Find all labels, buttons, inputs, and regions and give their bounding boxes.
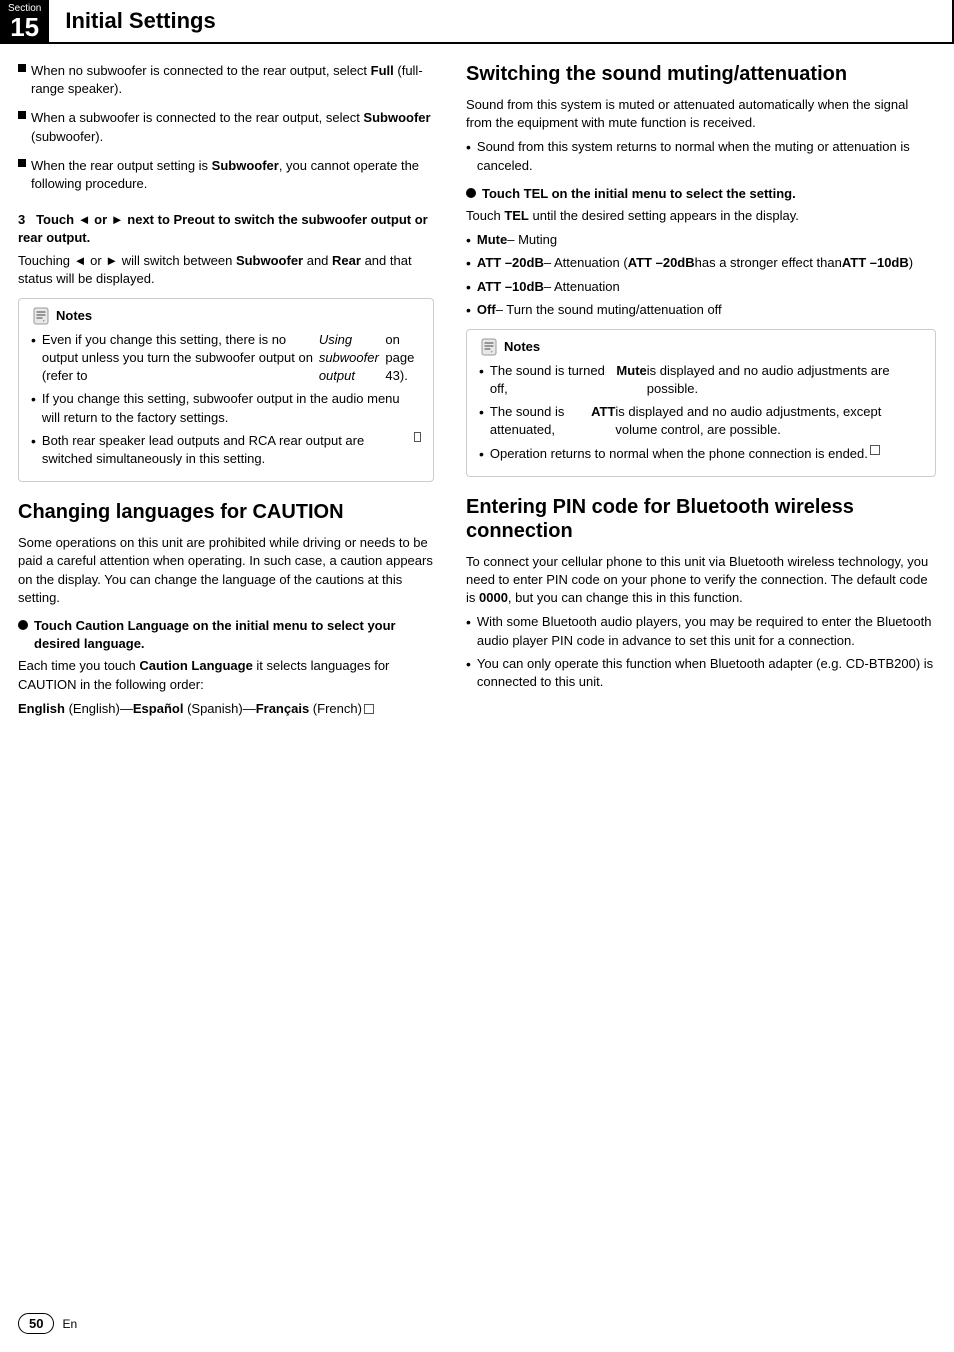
list-item: ATT –20dB – Attenuation (ATT –20dB has a…	[466, 254, 936, 272]
square-icon	[364, 704, 374, 714]
tel-options-list: Mute – Muting ATT –20dB – Attenuation (A…	[466, 231, 936, 319]
list-item: If you change this setting, subwoofer ou…	[31, 390, 421, 426]
notes-list: Even if you change this setting, there i…	[31, 331, 421, 468]
list-item: When a subwoofer is connected to the rea…	[18, 109, 434, 151]
list-item: Off – Turn the sound muting/attenuation …	[466, 301, 936, 319]
changing-lang-title: Changing languages for CAUTION	[18, 500, 434, 524]
touch-caution-body1: Each time you touch Caution Language it …	[18, 657, 434, 693]
touch-tel-heading-row: Touch TEL on the initial menu to select …	[466, 185, 936, 203]
list-item: Operation returns to normal when the pho…	[479, 445, 923, 463]
notes-icon	[479, 338, 499, 356]
notes-label: Notes	[504, 339, 540, 354]
left-column: When no subwoofer is connected to the re…	[18, 62, 458, 724]
notes-label: Notes	[56, 308, 92, 323]
touch-caution-heading: Touch Caution Language on the initial me…	[34, 617, 434, 653]
touch-caution-heading-row: Touch Caution Language on the initial me…	[18, 617, 434, 653]
circle-bullet-icon	[18, 620, 28, 630]
bullet-icon	[18, 64, 26, 72]
right-notes-box: Notes The sound is turned off, Mute is d…	[466, 329, 936, 477]
switching-notes-list: Sound from this system returns to normal…	[466, 138, 936, 174]
list-item: Mute – Muting	[466, 231, 936, 249]
bullet-icon	[18, 159, 26, 167]
page-title: Initial Settings	[65, 8, 215, 34]
touch-caution-body2: English (English)—Español (Spanish)—Fran…	[18, 700, 434, 718]
footer-language: En	[62, 1317, 77, 1331]
square-icon	[870, 445, 880, 455]
bullet-text: When the rear output setting is Subwoofe…	[31, 157, 434, 193]
right-column: Switching the sound muting/attenuation S…	[458, 62, 936, 724]
switching-title: Switching the sound muting/attenuation	[466, 62, 936, 86]
list-item: Sound from this system returns to normal…	[466, 138, 936, 174]
bluetooth-intro: To connect your cellular phone to this u…	[466, 553, 936, 608]
bluetooth-list: With some Bluetooth audio players, you m…	[466, 613, 936, 691]
page-header: Section 15 Initial Settings	[0, 0, 954, 44]
right-notes-list: The sound is turned off, Mute is display…	[479, 362, 923, 463]
list-item: When no subwoofer is connected to the re…	[18, 62, 434, 104]
touch-tel-body: Touch TEL until the desired setting appe…	[466, 207, 936, 225]
switching-intro: Sound from this system is muted or atten…	[466, 96, 936, 132]
notes-title-row: Notes	[31, 307, 421, 325]
list-item: The sound is attenuated, ATT is displaye…	[479, 403, 923, 439]
section-number: 15	[10, 14, 39, 40]
step3-heading: 3 Touch ◄ or ► next to Preout to switch …	[18, 211, 434, 247]
list-item: ATT –10dB – Attenuation	[466, 278, 936, 296]
list-item: When the rear output setting is Subwoofe…	[18, 157, 434, 199]
notes-icon	[31, 307, 51, 325]
list-item: You can only operate this function when …	[466, 655, 936, 691]
bluetooth-title: Entering PIN code for Bluetooth wireless…	[466, 495, 936, 543]
main-content: When no subwoofer is connected to the re…	[0, 62, 954, 724]
square-icon	[414, 432, 421, 442]
list-item: The sound is turned off, Mute is display…	[479, 362, 923, 398]
notes-box: Notes Even if you change this setting, t…	[18, 298, 434, 482]
list-item: Even if you change this setting, there i…	[31, 331, 421, 386]
header-title-area: Initial Settings	[49, 0, 954, 42]
notes-title-row: Notes	[479, 338, 923, 356]
bullet-text: When no subwoofer is connected to the re…	[31, 62, 434, 98]
step3-body: Touching ◄ or ► will switch between Subw…	[18, 252, 434, 288]
list-item: Both rear speaker lead outputs and RCA r…	[31, 432, 421, 468]
section-box: Section 15	[0, 0, 49, 42]
page-number: 50	[18, 1313, 54, 1334]
list-item: With some Bluetooth audio players, you m…	[466, 613, 936, 649]
bullet-text: When a subwoofer is connected to the rea…	[31, 109, 434, 145]
page-footer: 50 En	[18, 1313, 77, 1334]
touch-tel-heading: Touch TEL on the initial menu to select …	[482, 185, 796, 203]
circle-bullet-icon	[466, 188, 476, 198]
page: Section 15 Initial Settings When no subw…	[0, 0, 954, 1352]
changing-lang-intro: Some operations on this unit are prohibi…	[18, 534, 434, 607]
bullet-icon	[18, 111, 26, 119]
